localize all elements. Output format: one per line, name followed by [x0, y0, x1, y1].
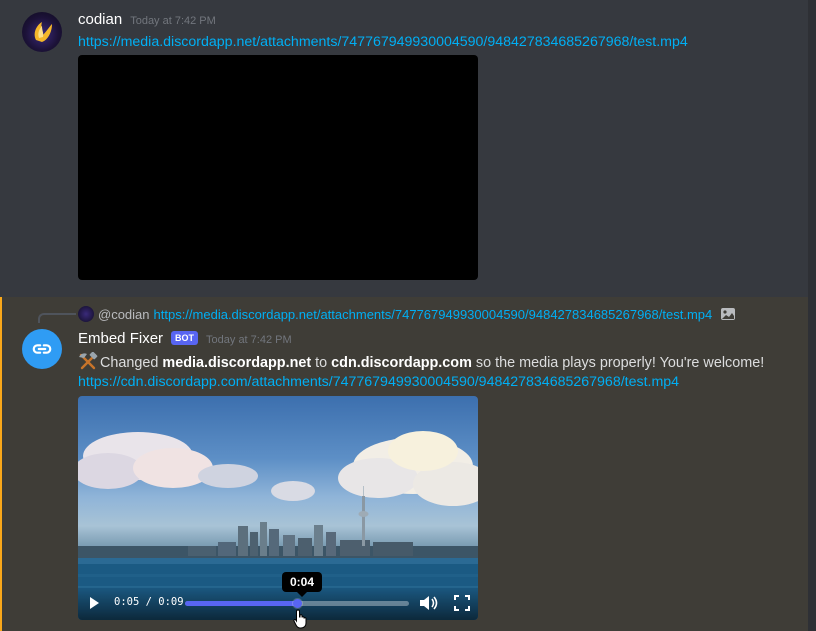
scrollbar-track[interactable] [808, 0, 816, 631]
reply-link[interactable]: https://media.discordapp.net/attachments… [154, 307, 713, 322]
hand-cursor-icon [293, 609, 307, 629]
fullscreen-icon[interactable] [454, 595, 470, 611]
message-codian: codian Today at 7:42 PM https://media.di… [0, 0, 808, 297]
text-mid: to [311, 355, 332, 371]
text-prefix: Changed [100, 355, 163, 371]
video-time: 0:05 / 0:09 [114, 596, 184, 608]
hammer-and-pick-icon [79, 351, 98, 370]
message-link[interactable]: https://cdn.discordapp.com/attachments/7… [78, 374, 679, 390]
seek-progress [185, 601, 297, 606]
reply-author[interactable]: @codian [98, 307, 150, 322]
bot-avatar[interactable] [22, 329, 62, 369]
link-icon [32, 344, 52, 354]
username[interactable]: codian [78, 11, 122, 28]
message-link[interactable]: https://media.discordapp.net/attachments… [78, 34, 688, 50]
seek-handle[interactable] [293, 599, 302, 608]
current-time: 0:05 [114, 596, 140, 608]
video-player[interactable]: 0:05 / 0:09 [78, 396, 478, 620]
volume-icon[interactable] [419, 595, 439, 611]
reply-avatar [78, 306, 94, 322]
avatar[interactable] [22, 12, 62, 52]
time-separator: / [145, 596, 152, 608]
username[interactable]: Embed Fixer [78, 330, 163, 347]
new-domain: cdn.discordapp.com [331, 355, 472, 371]
reply-spine [38, 313, 76, 323]
timestamp: Today at 7:42 PM [130, 15, 216, 27]
play-icon[interactable] [87, 596, 101, 610]
video-player-black[interactable] [78, 55, 478, 280]
image-icon [721, 308, 736, 320]
duration: 0:09 [158, 596, 184, 608]
message-content: Changed media.discordapp.net to cdn.disc… [78, 351, 765, 371]
timestamp: Today at 7:42 PM [206, 334, 292, 346]
video-controls: 0:05 / 0:09 [78, 586, 478, 620]
text-suffix: so the media plays properly! You're welc… [471, 355, 765, 371]
old-domain: media.discordapp.net [162, 355, 312, 371]
reply-preview[interactable]: @codian https://media.discordapp.net/att… [78, 305, 736, 323]
seek-tooltip: 0:04 [282, 572, 322, 597]
seek-bar[interactable] [185, 599, 409, 608]
bot-badge: BOT [171, 331, 199, 345]
